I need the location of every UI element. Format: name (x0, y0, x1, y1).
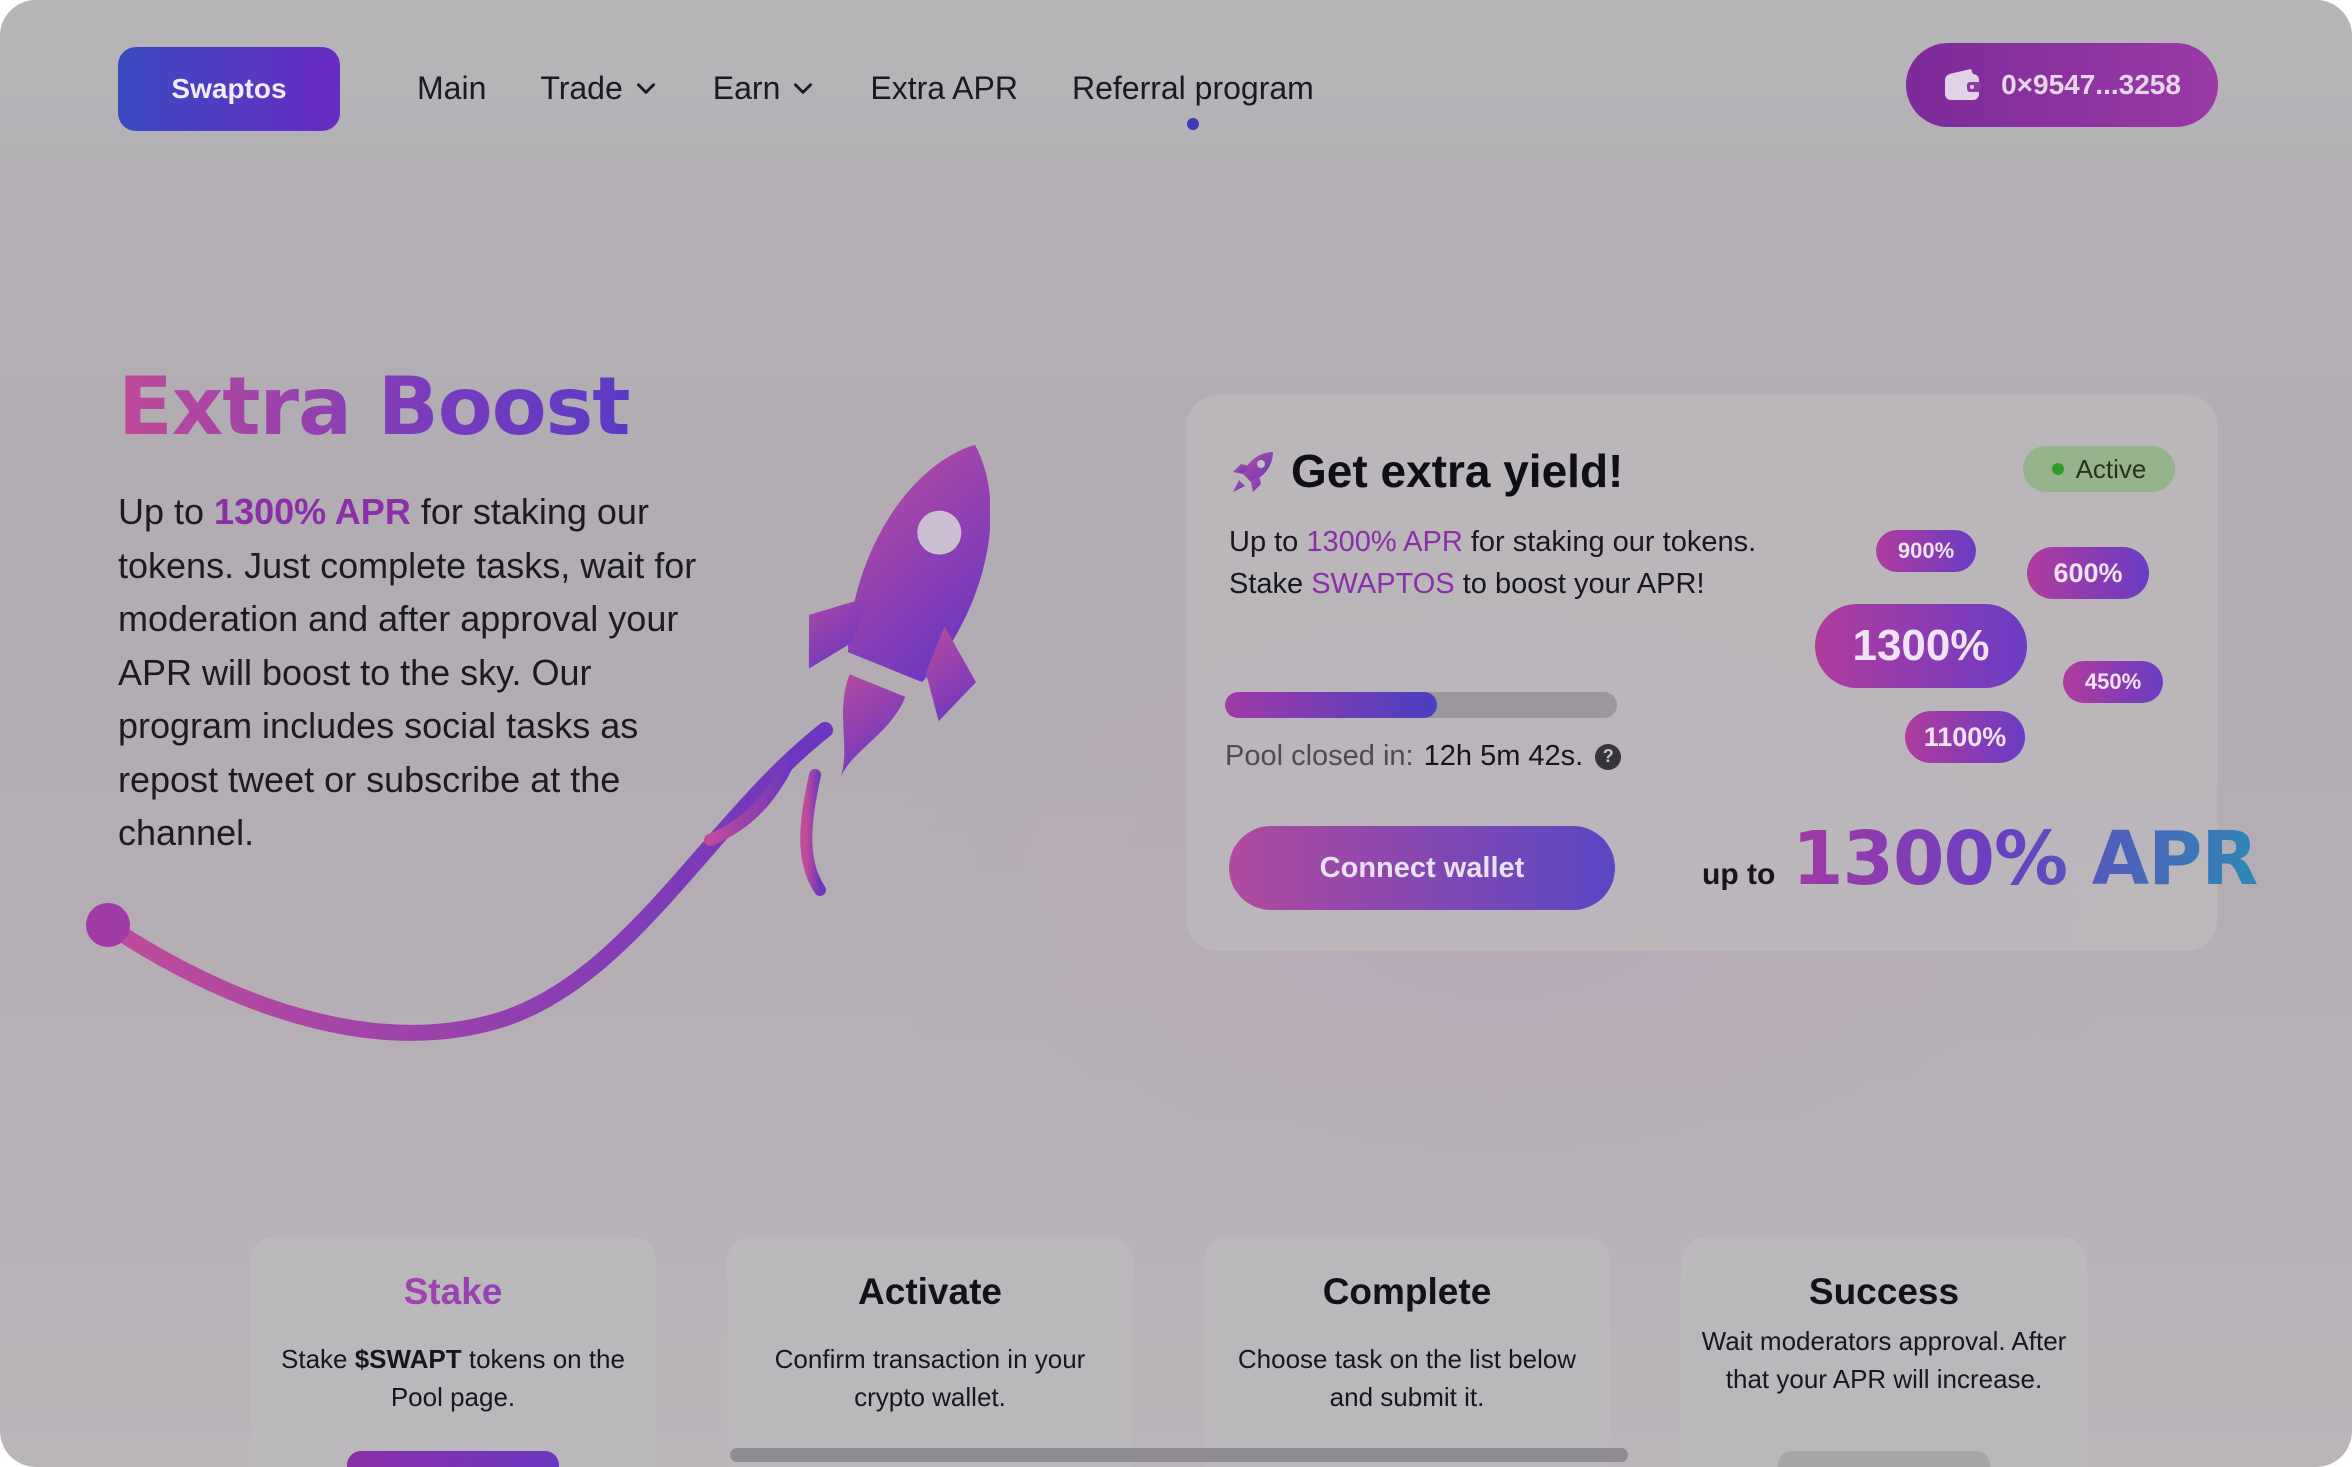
step-text: Stake $SWAPT tokens on the Pool page. (270, 1341, 636, 1416)
card-description: Up to 1300% APR for staking our tokens. … (1229, 521, 1829, 605)
wallet-button[interactable]: 0×9547...3258 (1906, 43, 2218, 127)
step-success: Success Wait moderators approval. After … (1681, 1237, 2087, 1467)
wallet-address: 0×9547...3258 (2001, 69, 2181, 100)
pool-timer: Pool closed in: 12h 5m 42s. ? (1225, 740, 1622, 773)
chevron-down-icon (636, 83, 655, 94)
stake-button[interactable] (347, 1451, 559, 1467)
card-line2-rest: to boost your APR! (1454, 568, 1705, 600)
apr-pill-900: 900% (1876, 530, 1976, 572)
nav-main-label: Main (417, 69, 487, 106)
step-text: Confirm transaction in your crypto walle… (774, 1344, 1086, 1412)
step-title: Stake (250, 1271, 656, 1313)
nav-trade-label: Trade (540, 69, 623, 106)
pool-progress-bar (1225, 692, 1617, 718)
card-line1-rest: for staking our tokens. (1462, 526, 1757, 558)
help-icon[interactable]: ? (1595, 743, 1622, 770)
step-text: Wait moderators approval. After that you… (1701, 1326, 2067, 1394)
apr-pill-450: 450% (2063, 661, 2163, 703)
extra-yield-card: Get extra yield! Active Up to 1300% APR … (1187, 396, 2258, 950)
step-text: Choose task on the list below and submit… (1237, 1344, 1577, 1412)
card-line2-highlight: SWAPTOS (1311, 568, 1455, 600)
step-activate: Activate Confirm transaction in your cry… (727, 1237, 1133, 1467)
connect-wallet-button[interactable]: Connect wallet (1229, 826, 1615, 910)
apr-pill-1100: 1100% (1905, 711, 2025, 763)
wallet-icon (1945, 69, 1982, 100)
card-line1-highlight: 1300% APR (1306, 526, 1463, 558)
nav-earn[interactable]: Earn (713, 62, 817, 114)
rocket-icon (1233, 452, 1273, 492)
nav-main[interactable]: Main (417, 62, 486, 114)
chevron-down-icon (794, 83, 813, 94)
status-text: Active (2075, 453, 2147, 484)
nav-extra-apr-label: Extra APR (870, 69, 1018, 106)
card-title: Get extra yield! (1291, 445, 1624, 497)
logo-button[interactable]: Swaptos (118, 47, 340, 131)
nav-trade[interactable]: Trade (540, 62, 658, 114)
active-nav-indicator (1186, 118, 1199, 130)
horizontal-scrollbar[interactable] (730, 1448, 1628, 1462)
nav-referral-label: Referral program (1071, 69, 1314, 106)
nav-referral-program[interactable]: Referral program (1071, 62, 1314, 130)
step-title: Success (1808, 1271, 1960, 1312)
nav-earn-label: Earn (712, 69, 781, 106)
apr-pill-600: 600% (2027, 547, 2149, 599)
card-line1-prefix: Up to (1229, 526, 1307, 558)
app-frame: Swaptos Main Trade Earn Extra APR Referr… (0, 0, 2352, 1467)
status-badge: Active (2023, 446, 2175, 492)
rocket-illustration (86, 444, 990, 1041)
step-title: Activate (858, 1271, 1002, 1312)
up-to-label: up to (1702, 858, 1776, 891)
big-apr-value: 1300% APR (1792, 816, 2258, 902)
step-token: $SWAPT (354, 1344, 462, 1374)
pool-label: Pool closed in: (1225, 740, 1414, 772)
card-line2-prefix: Stake (1229, 568, 1312, 600)
nav-extra-apr[interactable]: Extra APR (870, 62, 1018, 114)
main-nav: Main Trade Earn Extra APR Referral progr… (417, 62, 1368, 130)
pool-time: 12h 5m 42s. (1423, 740, 1584, 772)
apr-pill-1300: 1300% (1815, 604, 2027, 688)
pool-progress-fill (1225, 692, 1437, 718)
status-dot (2051, 463, 2064, 475)
step-stake: Stake Stake $SWAPT tokens on the Pool pa… (250, 1237, 656, 1467)
step-title: Complete (1322, 1271, 1492, 1312)
step-complete: Complete Choose task on the list below a… (1204, 1237, 1610, 1467)
success-button[interactable] (1778, 1451, 1990, 1467)
step-text-prefix: Stake (281, 1344, 355, 1374)
